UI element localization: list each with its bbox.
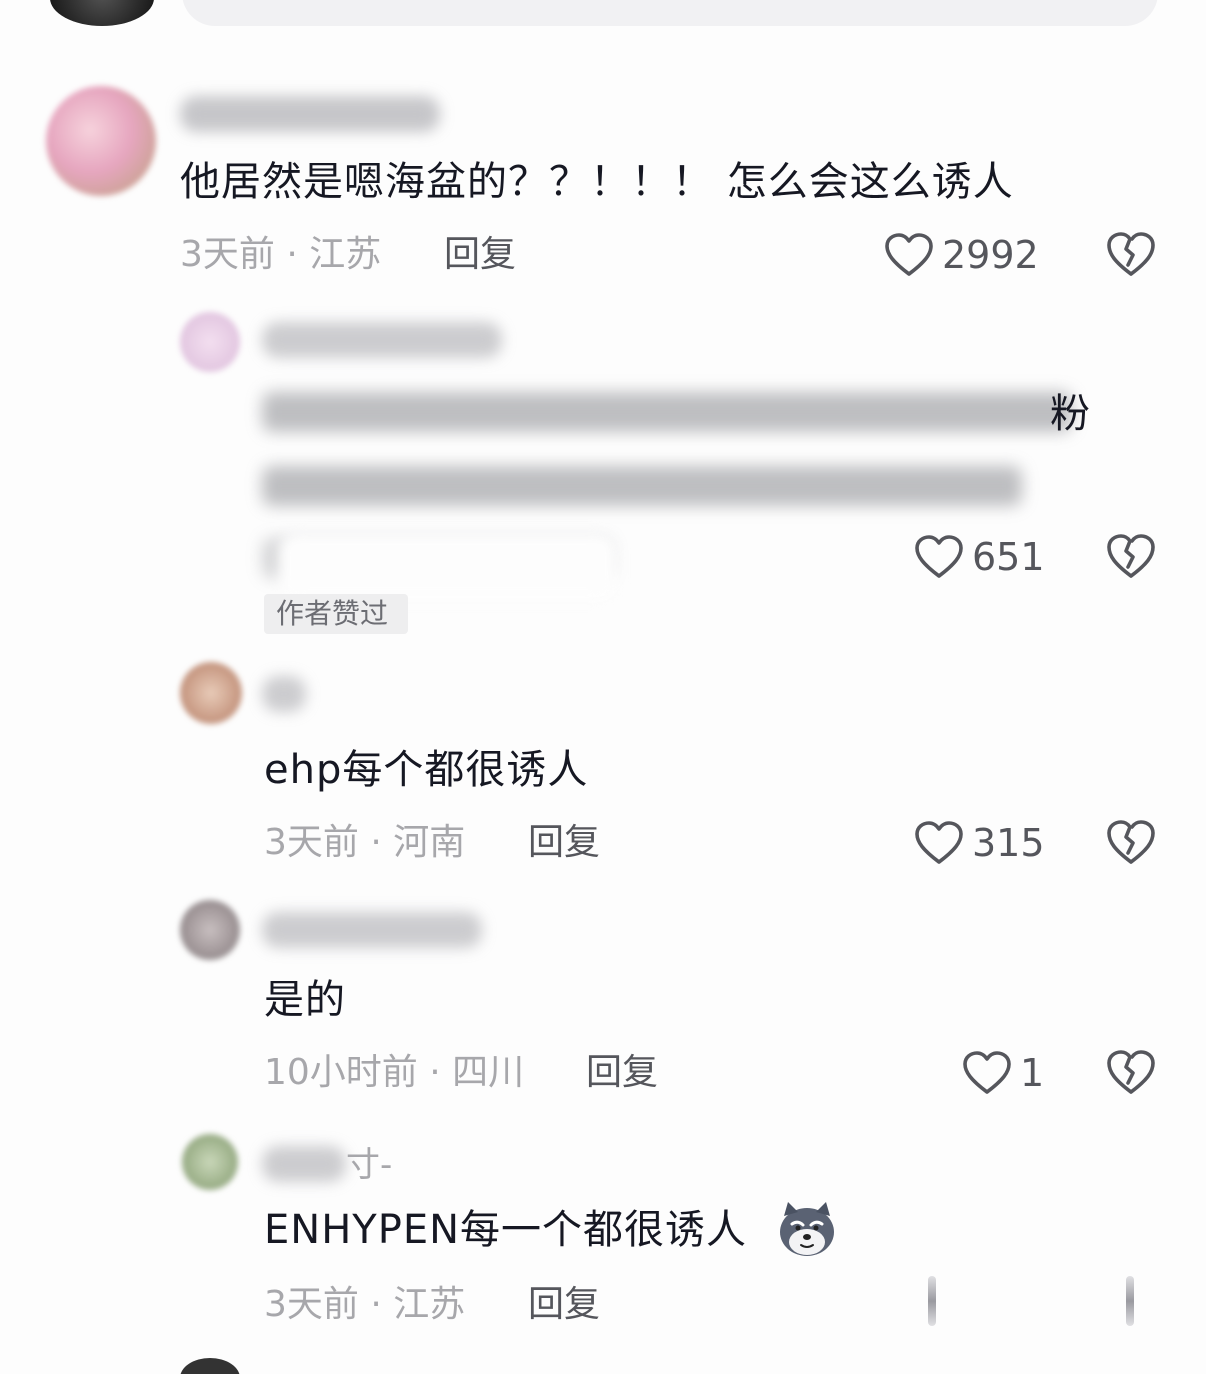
loading-indicator xyxy=(1126,1276,1134,1326)
commenter-avatar[interactable] xyxy=(180,900,240,960)
next-commenter-avatar[interactable] xyxy=(180,1358,240,1374)
like-button[interactable]: 2992 xyxy=(884,230,1039,280)
broken-heart-icon[interactable] xyxy=(1106,230,1156,278)
like-button[interactable]: 651 xyxy=(914,532,1045,582)
comment-meta: 3天前 · 江苏 xyxy=(180,234,382,275)
like-count: 1 xyxy=(1020,1051,1045,1095)
author-liked-tag: 作者赞过 xyxy=(264,594,408,634)
comment-meta: 3天前 · 河南 xyxy=(264,822,466,863)
comment-text: 他居然是嗯海盆的？？！！！ 怎么会这么诱人 xyxy=(180,159,1014,205)
reply-button[interactable]: 回复 xyxy=(528,1280,600,1330)
comment-meta: 3天前 · 江苏 xyxy=(264,1284,466,1325)
like-button[interactable]: 1 xyxy=(962,1048,1044,1098)
comment-meta: 10小时前 · 四川 xyxy=(264,1052,525,1093)
commenter-username-blurred[interactable] xyxy=(180,96,440,132)
comment-text-fragment: 粉 xyxy=(1050,391,1091,437)
commenter-username-fragment[interactable]: 寸- xyxy=(346,1140,392,1190)
current-user-avatar xyxy=(50,0,154,26)
comment-input-box[interactable] xyxy=(182,0,1158,26)
commenter-username-blurred[interactable] xyxy=(262,1146,346,1182)
reply-button[interactable]: 回复 xyxy=(586,1048,658,1098)
comment-text-blurred xyxy=(262,392,1072,432)
heart-outline-icon xyxy=(963,1051,1011,1094)
heart-outline-icon xyxy=(915,535,963,578)
comment-text: ehp每个都很诱人 xyxy=(264,747,589,793)
wolf-emoji-icon xyxy=(780,1202,834,1256)
commenter-username-blurred[interactable] xyxy=(262,322,502,358)
loading-indicator xyxy=(928,1276,936,1326)
commenter-username-blurred[interactable] xyxy=(262,676,306,712)
blur-mask xyxy=(278,532,618,600)
reply-button[interactable]: 回复 xyxy=(444,230,516,280)
commenter-avatar[interactable] xyxy=(180,662,242,724)
comment-text: ENHYPEN每一个都很诱人 xyxy=(264,1207,748,1253)
like-button[interactable]: 315 xyxy=(914,818,1045,868)
like-count: 315 xyxy=(972,821,1045,865)
heart-outline-icon xyxy=(915,821,963,864)
broken-heart-icon[interactable] xyxy=(1106,532,1156,580)
broken-heart-icon[interactable] xyxy=(1106,818,1156,866)
commenter-username-blurred[interactable] xyxy=(262,912,482,948)
heart-outline-icon xyxy=(885,233,933,276)
reply-button[interactable]: 回复 xyxy=(528,818,600,868)
commenter-avatar[interactable] xyxy=(46,86,156,196)
commenter-avatar[interactable] xyxy=(180,312,240,372)
commenter-avatar[interactable] xyxy=(182,1134,238,1190)
comment-text-blurred xyxy=(262,466,1022,506)
like-count: 651 xyxy=(972,535,1045,579)
broken-heart-icon[interactable] xyxy=(1106,1048,1156,1096)
comment-text: 是的 xyxy=(264,977,346,1023)
like-count: 2992 xyxy=(942,233,1039,277)
